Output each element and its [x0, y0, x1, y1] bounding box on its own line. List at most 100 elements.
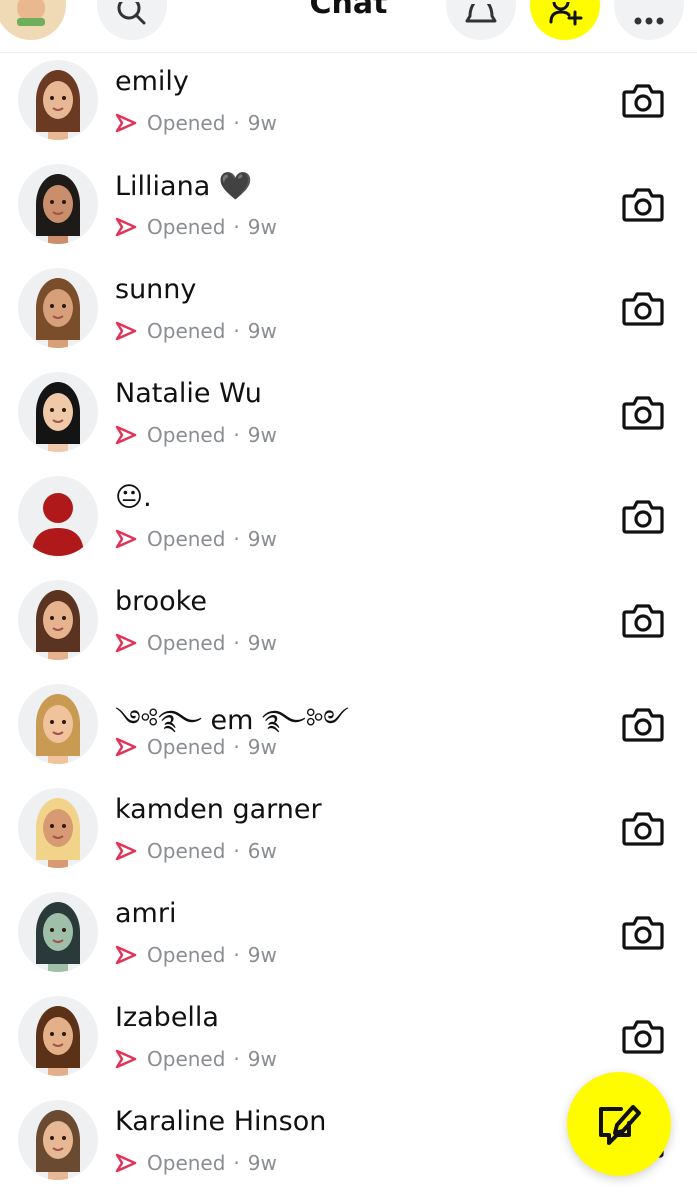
chat-name: sunny	[115, 274, 197, 305]
more-options-button[interactable]	[614, 0, 684, 40]
status-time: 6w	[247, 839, 277, 863]
separator-dot: ·	[233, 319, 240, 343]
chat-name: 😐.	[115, 482, 152, 513]
status-label: Opened	[147, 943, 226, 967]
chat-row[interactable]: kamden garner Opened · 6w	[0, 780, 697, 884]
chat-name: Karaline Hinson	[115, 1106, 327, 1137]
chat-status: Opened · 9w	[115, 631, 277, 655]
new-chat-button[interactable]	[567, 1072, 671, 1176]
status-time: 9w	[247, 111, 277, 135]
avatar[interactable]	[18, 164, 98, 244]
status-label: Opened	[147, 631, 226, 655]
status-label: Opened	[147, 423, 226, 447]
separator-dot: ·	[233, 735, 240, 759]
status-label: Opened	[147, 839, 226, 863]
camera-icon[interactable]	[622, 602, 664, 638]
avatar[interactable]	[18, 476, 98, 556]
status-time: 9w	[247, 735, 277, 759]
sent-arrow-icon	[115, 425, 137, 445]
chat-row[interactable]: emily Opened · 9w	[0, 52, 697, 156]
camera-icon[interactable]	[622, 498, 664, 534]
sent-arrow-icon	[115, 529, 137, 549]
more-icon	[634, 17, 664, 25]
add-friend-icon	[549, 2, 583, 26]
sent-arrow-icon	[115, 1153, 137, 1173]
camera-icon[interactable]	[622, 914, 664, 950]
status-time: 9w	[247, 1151, 277, 1175]
bitmoji-icon	[36, 1110, 80, 1180]
chat-name: brooke	[115, 586, 207, 617]
chat-status: Opened · 9w	[115, 1151, 277, 1175]
chat-row[interactable]: brooke Opened · 9w	[0, 572, 697, 676]
sent-arrow-icon	[115, 841, 137, 861]
status-time: 9w	[247, 1047, 277, 1071]
camera-icon[interactable]	[622, 290, 664, 326]
avatar[interactable]	[18, 60, 98, 140]
chat-name: amri	[115, 898, 177, 929]
chat-name: Lilliana 🖤	[115, 171, 253, 202]
separator-dot: ·	[233, 527, 240, 551]
status-time: 9w	[247, 423, 277, 447]
chat-name: Izabella	[115, 1002, 219, 1033]
bitmoji-icon	[36, 278, 80, 348]
bitmoji-icon	[36, 902, 80, 972]
separator-dot: ·	[233, 631, 240, 655]
chat-row[interactable]: Izabella Opened · 9w	[0, 988, 697, 1092]
separator-dot: ·	[233, 1047, 240, 1071]
chat-row[interactable]: Lilliana 🖤 Opened · 9w	[0, 156, 697, 260]
camera-icon[interactable]	[622, 810, 664, 846]
status-label: Opened	[147, 735, 226, 759]
bitmoji-icon	[36, 590, 80, 660]
chat-row[interactable]: ༺࿐ em ࿐༻ Opened · 9w	[0, 676, 697, 780]
status-label: Opened	[147, 111, 226, 135]
bitmoji-icon	[32, 493, 84, 556]
camera-icon[interactable]	[622, 1018, 664, 1054]
separator-dot: ·	[233, 943, 240, 967]
camera-icon[interactable]	[622, 706, 664, 742]
separator-dot: ·	[233, 423, 240, 447]
bitmoji-icon	[36, 694, 80, 764]
camera-icon[interactable]	[622, 82, 664, 118]
sent-arrow-icon	[115, 113, 137, 133]
chat-status: Opened · 9w	[115, 111, 277, 135]
chat-name: emily	[115, 66, 189, 97]
sent-arrow-icon	[115, 321, 137, 341]
sent-arrow-icon	[115, 737, 137, 757]
separator-dot: ·	[233, 1151, 240, 1175]
sent-arrow-icon	[115, 1049, 137, 1069]
status-time: 9w	[247, 943, 277, 967]
bitmoji-icon	[36, 70, 80, 140]
status-label: Opened	[147, 319, 226, 343]
chat-row[interactable]: amri Opened · 9w	[0, 884, 697, 988]
chat-status: Opened · 9w	[115, 735, 277, 759]
avatar[interactable]	[18, 684, 98, 764]
sent-arrow-icon	[115, 945, 137, 965]
status-label: Opened	[147, 1047, 226, 1071]
chat-status: Opened · 6w	[115, 839, 277, 863]
separator-dot: ·	[233, 111, 240, 135]
bitmoji-icon	[36, 382, 80, 452]
avatar[interactable]	[18, 580, 98, 660]
top-bar: Chat	[0, 0, 697, 53]
avatar[interactable]	[18, 892, 98, 972]
chat-status: Opened · 9w	[115, 423, 277, 447]
avatar[interactable]	[18, 268, 98, 348]
camera-icon[interactable]	[622, 394, 664, 430]
bitmoji-icon	[36, 798, 80, 868]
new-chat-icon	[599, 1105, 641, 1145]
avatar[interactable]	[18, 788, 98, 868]
add-friend-button[interactable]	[530, 0, 600, 40]
avatar[interactable]	[18, 1100, 98, 1180]
status-time: 9w	[247, 527, 277, 551]
chat-status: Opened · 9w	[115, 943, 277, 967]
chat-row[interactable]: Natalie Wu Opened · 9w	[0, 364, 697, 468]
camera-icon[interactable]	[622, 186, 664, 222]
chat-row[interactable]: 😐. Opened · 9w	[0, 468, 697, 572]
notifications-button[interactable]	[446, 0, 516, 40]
chat-status: Opened · 9w	[115, 1047, 277, 1071]
avatar[interactable]	[18, 996, 98, 1076]
bitmoji-icon	[36, 1006, 80, 1076]
avatar[interactable]	[18, 372, 98, 452]
chat-row[interactable]: sunny Opened · 9w	[0, 260, 697, 364]
status-time: 9w	[247, 319, 277, 343]
